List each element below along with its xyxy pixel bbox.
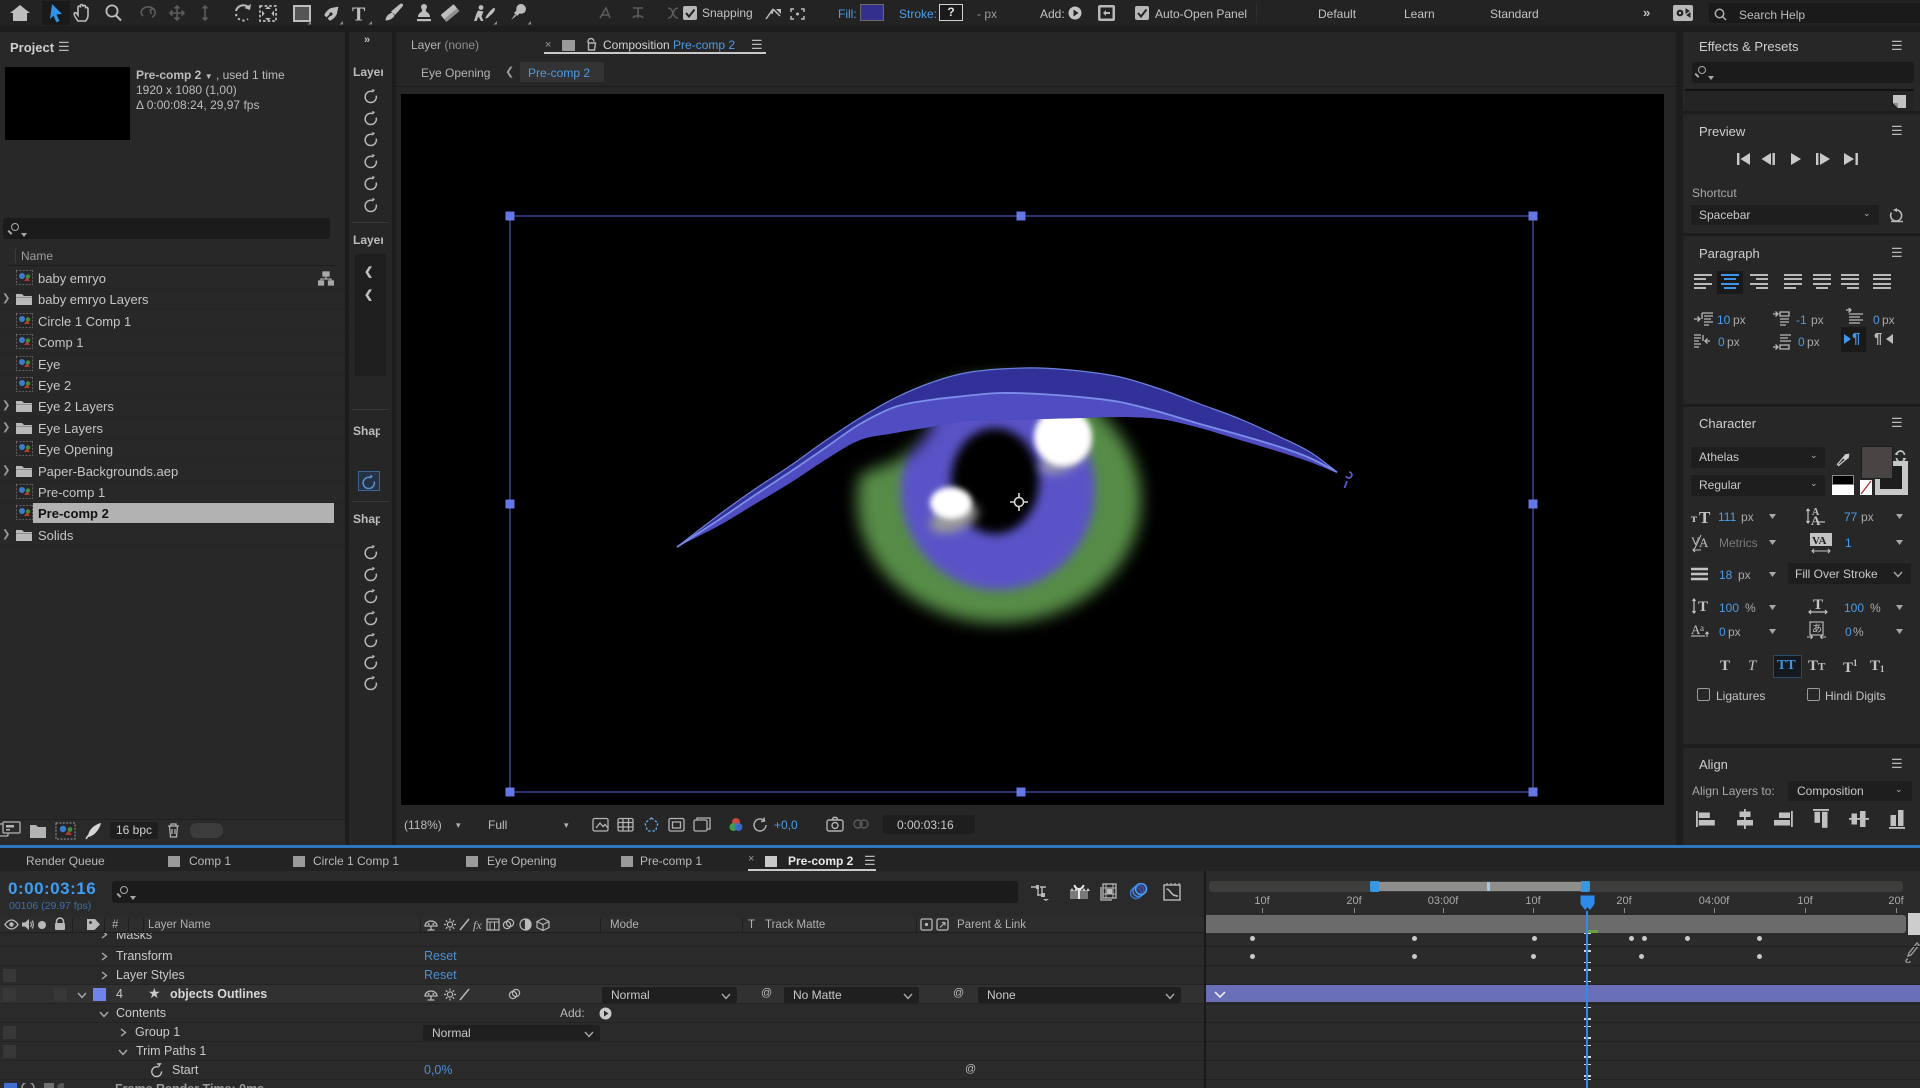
- svg-text:VA: VA: [1812, 535, 1827, 547]
- svg-text:т: т: [1691, 511, 1697, 525]
- svg-text:T: T: [1813, 597, 1823, 613]
- svg-text:A: A: [1811, 513, 1821, 527]
- svg-text:T: T: [352, 4, 366, 26]
- svg-text:T: T: [1698, 599, 1708, 615]
- svg-text:fx: fx: [473, 918, 482, 932]
- svg-text:a: a: [1700, 623, 1704, 633]
- svg-text:T: T: [1699, 508, 1711, 525]
- svg-text:あ: あ: [1812, 623, 1822, 635]
